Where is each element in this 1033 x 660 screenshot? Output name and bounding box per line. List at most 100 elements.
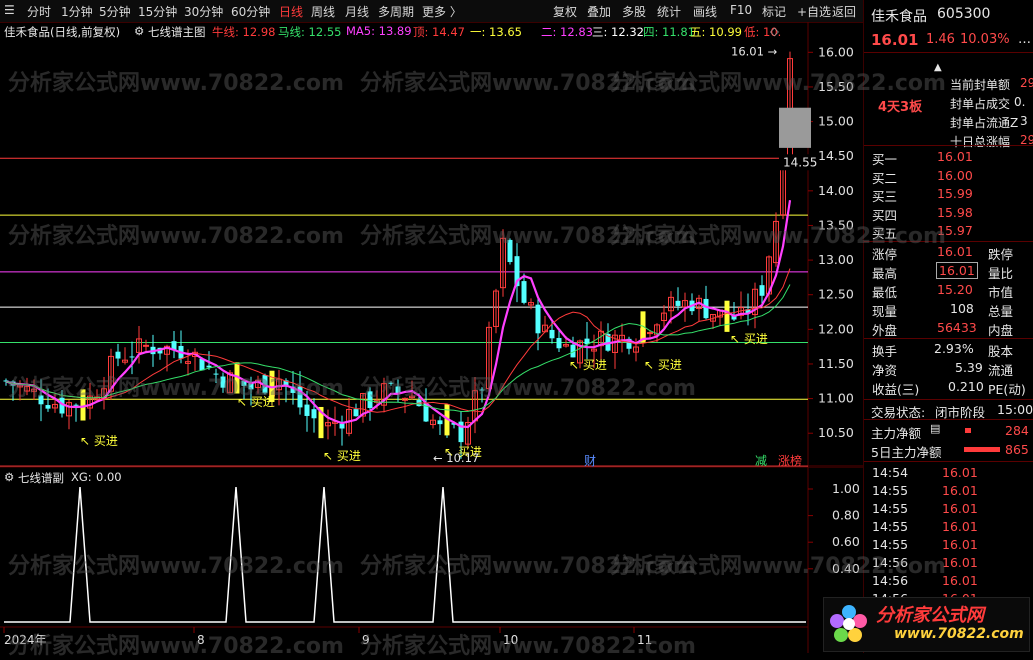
- y-tick-label: 12.00: [818, 321, 854, 336]
- candle-body-down: [304, 404, 310, 416]
- candle-body-down: [73, 404, 79, 406]
- signal-candle: [80, 389, 86, 421]
- candle-body-down: [45, 405, 51, 409]
- high-price-label: 16.01 →: [731, 45, 778, 59]
- bid-price: 15.97: [937, 223, 973, 238]
- x-label-aug: 8: [197, 633, 205, 647]
- main-flow-label: 主力净额: [871, 426, 922, 441]
- period-tab-1min[interactable]: 1分钟: [61, 3, 93, 20]
- reduce-marker[interactable]: 减: [755, 454, 767, 467]
- app-window: ☰ 分时 1分钟 5分钟 15分钟 30分钟 60分钟 日线 周线 月线 多周期…: [0, 0, 1033, 659]
- period-tab-daily[interactable]: 日线: [279, 3, 303, 20]
- five-day-flow-bar: [964, 447, 1000, 452]
- main-flow-icon[interactable]: ▤: [930, 422, 940, 435]
- seal-arrow-icon: ▲: [934, 62, 942, 73]
- bid-label: 买五: [872, 226, 898, 241]
- panel-toggle-icon[interactable]: ☰: [4, 3, 15, 17]
- flower-logo-icon: [830, 605, 867, 642]
- seal-row-value: 3: [1020, 114, 1028, 128]
- tick-price: 16.01: [942, 501, 978, 516]
- multi-stock-button[interactable]: 多股: [622, 3, 646, 20]
- stat-label: 外盘: [872, 323, 898, 338]
- more-icon[interactable]: …: [1018, 32, 1031, 47]
- stat-value: 16.01: [936, 262, 978, 279]
- x-label-sep: 9: [362, 633, 370, 647]
- mark-button[interactable]: 标记: [762, 3, 786, 20]
- period-tab-monthly[interactable]: 月线: [345, 3, 369, 20]
- candle-body-down: [507, 239, 513, 263]
- tick-price: 16.01: [942, 465, 978, 480]
- candle-body-down: [556, 338, 562, 349]
- candle-body-down: [367, 391, 373, 408]
- xg-signal-line: [4, 486, 806, 623]
- candle-body-up: [143, 344, 149, 347]
- seal-row-value: 0.: [1014, 95, 1026, 109]
- candle-body-down: [38, 395, 44, 405]
- sub-indicator-chart[interactable]: 1.00 0.80 0.60 0.40 2024年 8 9 10 11: [0, 467, 863, 653]
- buy-signal-label: ↖ 买进: [730, 332, 768, 346]
- period-tab-more[interactable]: 更多 〉: [422, 3, 462, 20]
- seal-row-value: 29: [1020, 76, 1033, 90]
- stat-label: 最高: [872, 266, 898, 281]
- buy-signal-label: ↖ 买进: [644, 358, 682, 372]
- period-tab-5min[interactable]: 5分钟: [99, 3, 131, 20]
- candle-body-down: [549, 329, 555, 339]
- period-tab-60min[interactable]: 60分钟: [231, 3, 270, 20]
- f10-button[interactable]: F10: [730, 3, 752, 17]
- seal-row-label: 封单占成交: [950, 97, 1011, 111]
- finance-marker[interactable]: 财: [584, 454, 596, 467]
- bid-label: 买二: [872, 170, 898, 186]
- x-label-oct: 10: [503, 633, 518, 647]
- add-watchlist-button[interactable]: +自选: [797, 3, 831, 20]
- y-tick-label: 14.50: [818, 148, 854, 163]
- stat-label-2: 总量: [988, 304, 1014, 319]
- tick-price: 16.01: [942, 537, 978, 552]
- fund-value: 5.39: [955, 360, 983, 375]
- period-tab-30min[interactable]: 30分钟: [184, 3, 223, 20]
- bid-label: 买一: [872, 152, 898, 167]
- stat-label-2: 内盘: [988, 323, 1014, 338]
- buy-signal-label: ↖ 买进: [237, 395, 275, 409]
- fund-label: 收益(三): [872, 382, 920, 397]
- statistics-button[interactable]: 统计: [657, 3, 681, 20]
- sub-y-tick-label: 0.80: [832, 508, 860, 523]
- stat-label-2: 跌停: [988, 247, 1014, 262]
- candle-body-down: [115, 351, 121, 359]
- fund-label: 净资: [872, 363, 898, 378]
- current-price: 16.01: [871, 31, 919, 49]
- candlestick-chart[interactable]: 16.00 15.50 15.00 14.50 14.00 13.50 13.00 12.50…: [0, 22, 863, 467]
- period-tab-multi[interactable]: 多周期: [378, 3, 414, 20]
- low-price-label: ← 10.17: [433, 451, 479, 465]
- x-label-2024: 2024年: [4, 633, 47, 647]
- tick-price: 16.01: [942, 555, 978, 570]
- period-tab-15min[interactable]: 15分钟: [138, 3, 177, 20]
- period-tab-fenshi[interactable]: 分时: [27, 3, 51, 20]
- fuquan-button[interactable]: 复权: [553, 3, 577, 20]
- top-toolbar: ☰ 分时 1分钟 5分钟 15分钟 30分钟 60分钟 日线 周线 月线 多周期…: [0, 0, 863, 23]
- buy-signal-label: ↖ 买进: [569, 358, 607, 372]
- candle-body-down: [521, 281, 527, 303]
- candle-body-down: [129, 356, 135, 358]
- y-tick-label: 16.00: [818, 44, 854, 59]
- period-tab-weekly[interactable]: 周线: [311, 3, 335, 20]
- candle-body-down: [220, 376, 226, 388]
- overlay-button[interactable]: 叠加: [587, 3, 611, 20]
- buy-signal-label: ↖ 买进: [323, 449, 361, 463]
- back-button[interactable]: 返回: [832, 3, 856, 20]
- candle-body-down: [339, 423, 345, 429]
- tick-time: 14:56: [872, 573, 909, 588]
- sub-y-tick-label: 0.60: [832, 534, 860, 549]
- main-flow-bar: [965, 428, 971, 433]
- tick-time: 14:55: [872, 537, 909, 552]
- main-flow-value: 284: [1005, 423, 1029, 438]
- candle-body-down: [535, 304, 541, 334]
- signal-candle: [724, 300, 730, 332]
- candle-body-down: [675, 300, 681, 306]
- tick-time: 14:54: [872, 465, 909, 480]
- bid-price: 15.98: [937, 204, 973, 220]
- logo-url: www.70822.com: [894, 626, 1024, 642]
- stock-code: 605300: [937, 6, 991, 22]
- draw-line-button[interactable]: 画线: [693, 3, 717, 20]
- tick-time: 14:55: [872, 483, 909, 498]
- top-list-marker[interactable]: 涨榜: [778, 453, 802, 467]
